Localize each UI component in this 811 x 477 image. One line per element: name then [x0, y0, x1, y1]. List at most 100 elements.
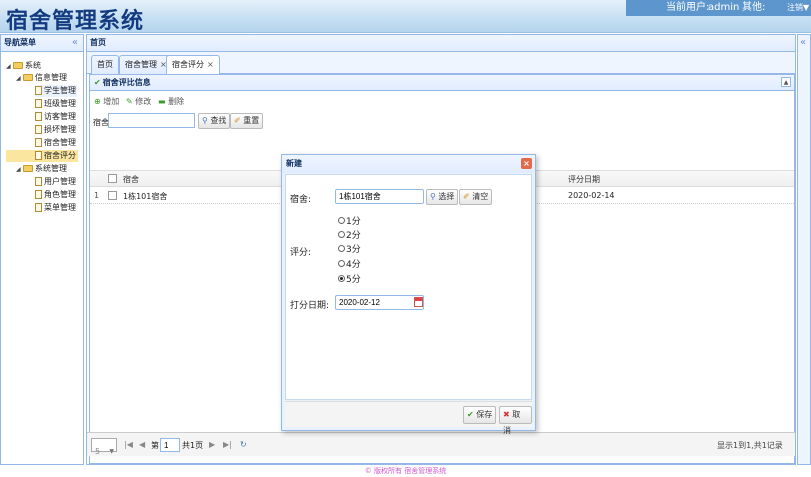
add-button[interactable]: ⊕ 增加	[94, 95, 119, 109]
search-icon: ⚲	[202, 116, 208, 125]
save-icon: ✔	[467, 410, 474, 419]
select-all-checkbox[interactable]	[108, 174, 117, 183]
sidebar-item-role[interactable]: 角色管理	[35, 189, 76, 201]
row-checkbox[interactable]	[108, 191, 117, 200]
sidebar-item-dorm-score[interactable]: 宿舍评分	[6, 150, 78, 162]
file-icon	[35, 86, 42, 95]
expand-icon: ◢	[16, 166, 21, 173]
find-button[interactable]: ⚲ 查找	[198, 113, 231, 129]
dialog-title: 新建 ×	[282, 155, 535, 173]
row-index: 1	[94, 191, 100, 200]
radio-icon	[338, 231, 345, 238]
search-input[interactable]	[108, 113, 195, 128]
file-icon	[35, 112, 42, 121]
tab-bar: 首页 宿舍管理 × 宿舍评分 ×	[87, 52, 795, 75]
app-title: 宿舍管理系统	[6, 8, 145, 34]
cancel-icon: ✖	[503, 410, 510, 419]
reset-button[interactable]: ✐ 重置	[230, 113, 264, 129]
expand-icon: ◢	[16, 75, 21, 82]
dialog-footer: ✔ 保存 ✖ 取消	[285, 401, 532, 435]
delete-icon: ▬	[158, 97, 166, 106]
tree-node-system[interactable]: ◢ 系统	[6, 60, 41, 72]
score-option-4[interactable]: 4分	[338, 259, 361, 271]
date-field[interactable]	[335, 295, 424, 310]
folder-icon	[23, 165, 33, 172]
sidebar-item-class[interactable]: 班级管理	[35, 98, 76, 110]
cancel-button[interactable]: ✖ 取消	[499, 406, 532, 435]
score-label: 评分:	[290, 248, 312, 258]
chevron-down-icon: ▼	[109, 448, 114, 455]
cell-dorm: 1栋101宿舍	[123, 192, 168, 201]
clear-icon: ✐	[463, 192, 470, 201]
radio-icon	[338, 260, 345, 267]
radio-icon	[338, 217, 345, 224]
file-icon	[35, 151, 42, 160]
grid-title: ✔ 宿舍评比信息 ▲	[90, 75, 794, 91]
page-prefix: 第	[151, 441, 159, 450]
dorm-label: 宿舍:	[290, 195, 312, 205]
clear-button[interactable]: ✐ 清空	[459, 189, 493, 205]
file-icon	[35, 203, 42, 212]
sidebar-item-student[interactable]: 学生管理	[35, 85, 77, 97]
tab-dorm-score[interactable]: 宿舍评分 ×	[166, 55, 220, 75]
file-icon	[35, 177, 42, 186]
east-panel: «	[797, 34, 811, 465]
page-number-input[interactable]	[160, 438, 180, 452]
nav-title: 导航菜单 «	[1, 35, 83, 52]
delete-button[interactable]: ▬ 删除	[158, 95, 184, 109]
file-icon	[35, 190, 42, 199]
logout-menu[interactable]: 注销▼	[787, 0, 809, 16]
collapse-panel-icon[interactable]: ▲	[781, 77, 791, 87]
pager-summary: 显示1到1,共1记录	[717, 441, 783, 450]
last-page-icon[interactable]: ▶|	[223, 440, 232, 449]
sidebar-item-visitor[interactable]: 访客管理	[35, 111, 76, 123]
sidebar-item-dorm[interactable]: 宿舍管理	[35, 137, 76, 149]
dialog-form: 宿舍: ⚲ 选择 ✐ 清空 评分: 1分 2分 3分 4分 5分 打分日期:	[285, 174, 532, 400]
score-option-2[interactable]: 2分	[338, 230, 361, 242]
tab-dorm-mgmt[interactable]: 宿舍管理 ×	[119, 55, 173, 74]
search-icon: ⚲	[430, 192, 436, 201]
score-option-1[interactable]: 1分	[338, 216, 361, 228]
close-icon[interactable]: ×	[521, 158, 532, 169]
file-icon	[35, 99, 42, 108]
page-size-select[interactable]: 5 ▼	[91, 438, 117, 456]
current-user-name: admin	[708, 2, 740, 13]
score-option-5[interactable]: 5分	[338, 274, 361, 286]
new-score-dialog: 新建× 宿舍: ⚲ 选择 ✐ 清空 评分: 1分 2分 3分 4分 5分 打分日…	[281, 154, 536, 435]
date-label: 打分日期:	[290, 301, 330, 311]
edit-icon: ✎	[126, 97, 133, 106]
close-tab-icon[interactable]: ×	[207, 60, 214, 69]
radio-icon	[338, 245, 345, 252]
tree-node-sysmgmt[interactable]: ◢ 系统管理	[16, 163, 67, 175]
dorm-field[interactable]	[335, 189, 424, 204]
calendar-icon[interactable]	[414, 297, 423, 307]
refresh-icon[interactable]: ↻	[240, 440, 247, 449]
nav-title-label: 导航菜单	[4, 38, 36, 47]
next-page-icon[interactable]: ▶	[209, 440, 215, 449]
collapse-right-icon[interactable]: «	[800, 37, 806, 48]
navigation-panel: 导航菜单 « ◢ 系统 ◢ 信息管理 学生管理 班级管理 访客管理 损坏管理 宿舍管…	[0, 34, 84, 465]
sidebar-item-damage[interactable]: 损坏管理	[35, 124, 76, 136]
folder-icon	[23, 74, 33, 81]
prev-page-icon[interactable]: ◀	[139, 440, 145, 449]
col-dorm[interactable]: 宿舍	[123, 174, 139, 185]
expand-icon: ◢	[6, 63, 11, 70]
select-button[interactable]: ⚲ 选择	[426, 189, 459, 205]
col-date[interactable]: 评分日期	[568, 174, 600, 185]
sidebar-item-user[interactable]: 用户管理	[35, 176, 76, 188]
tree-node-info[interactable]: ◢ 信息管理	[16, 72, 67, 84]
user-bar: 当前用户: admin 其他: 注销▼	[626, 0, 811, 16]
edit-button[interactable]: ✎ 修改	[126, 95, 151, 109]
collapse-left-icon[interactable]: «	[72, 35, 78, 51]
reset-icon: ✐	[234, 116, 241, 125]
pagination-bar: 5▼ |◀ ◀ 第 共1页 ▶ ▶| ↻ 显示1到1,共1记录	[87, 432, 795, 456]
center-title: 首页	[87, 35, 795, 52]
search-label: 宿舍	[93, 118, 109, 127]
sidebar-item-menu[interactable]: 菜单管理	[35, 202, 76, 214]
header-bar: 宿舍管理系统 当前用户: admin 其他: 注销▼	[0, 0, 811, 34]
save-button[interactable]: ✔ 保存	[463, 406, 497, 424]
first-page-icon[interactable]: |◀	[124, 440, 133, 449]
tab-home[interactable]: 首页	[91, 55, 119, 74]
file-icon	[35, 125, 42, 134]
score-option-3[interactable]: 3分	[338, 244, 361, 256]
